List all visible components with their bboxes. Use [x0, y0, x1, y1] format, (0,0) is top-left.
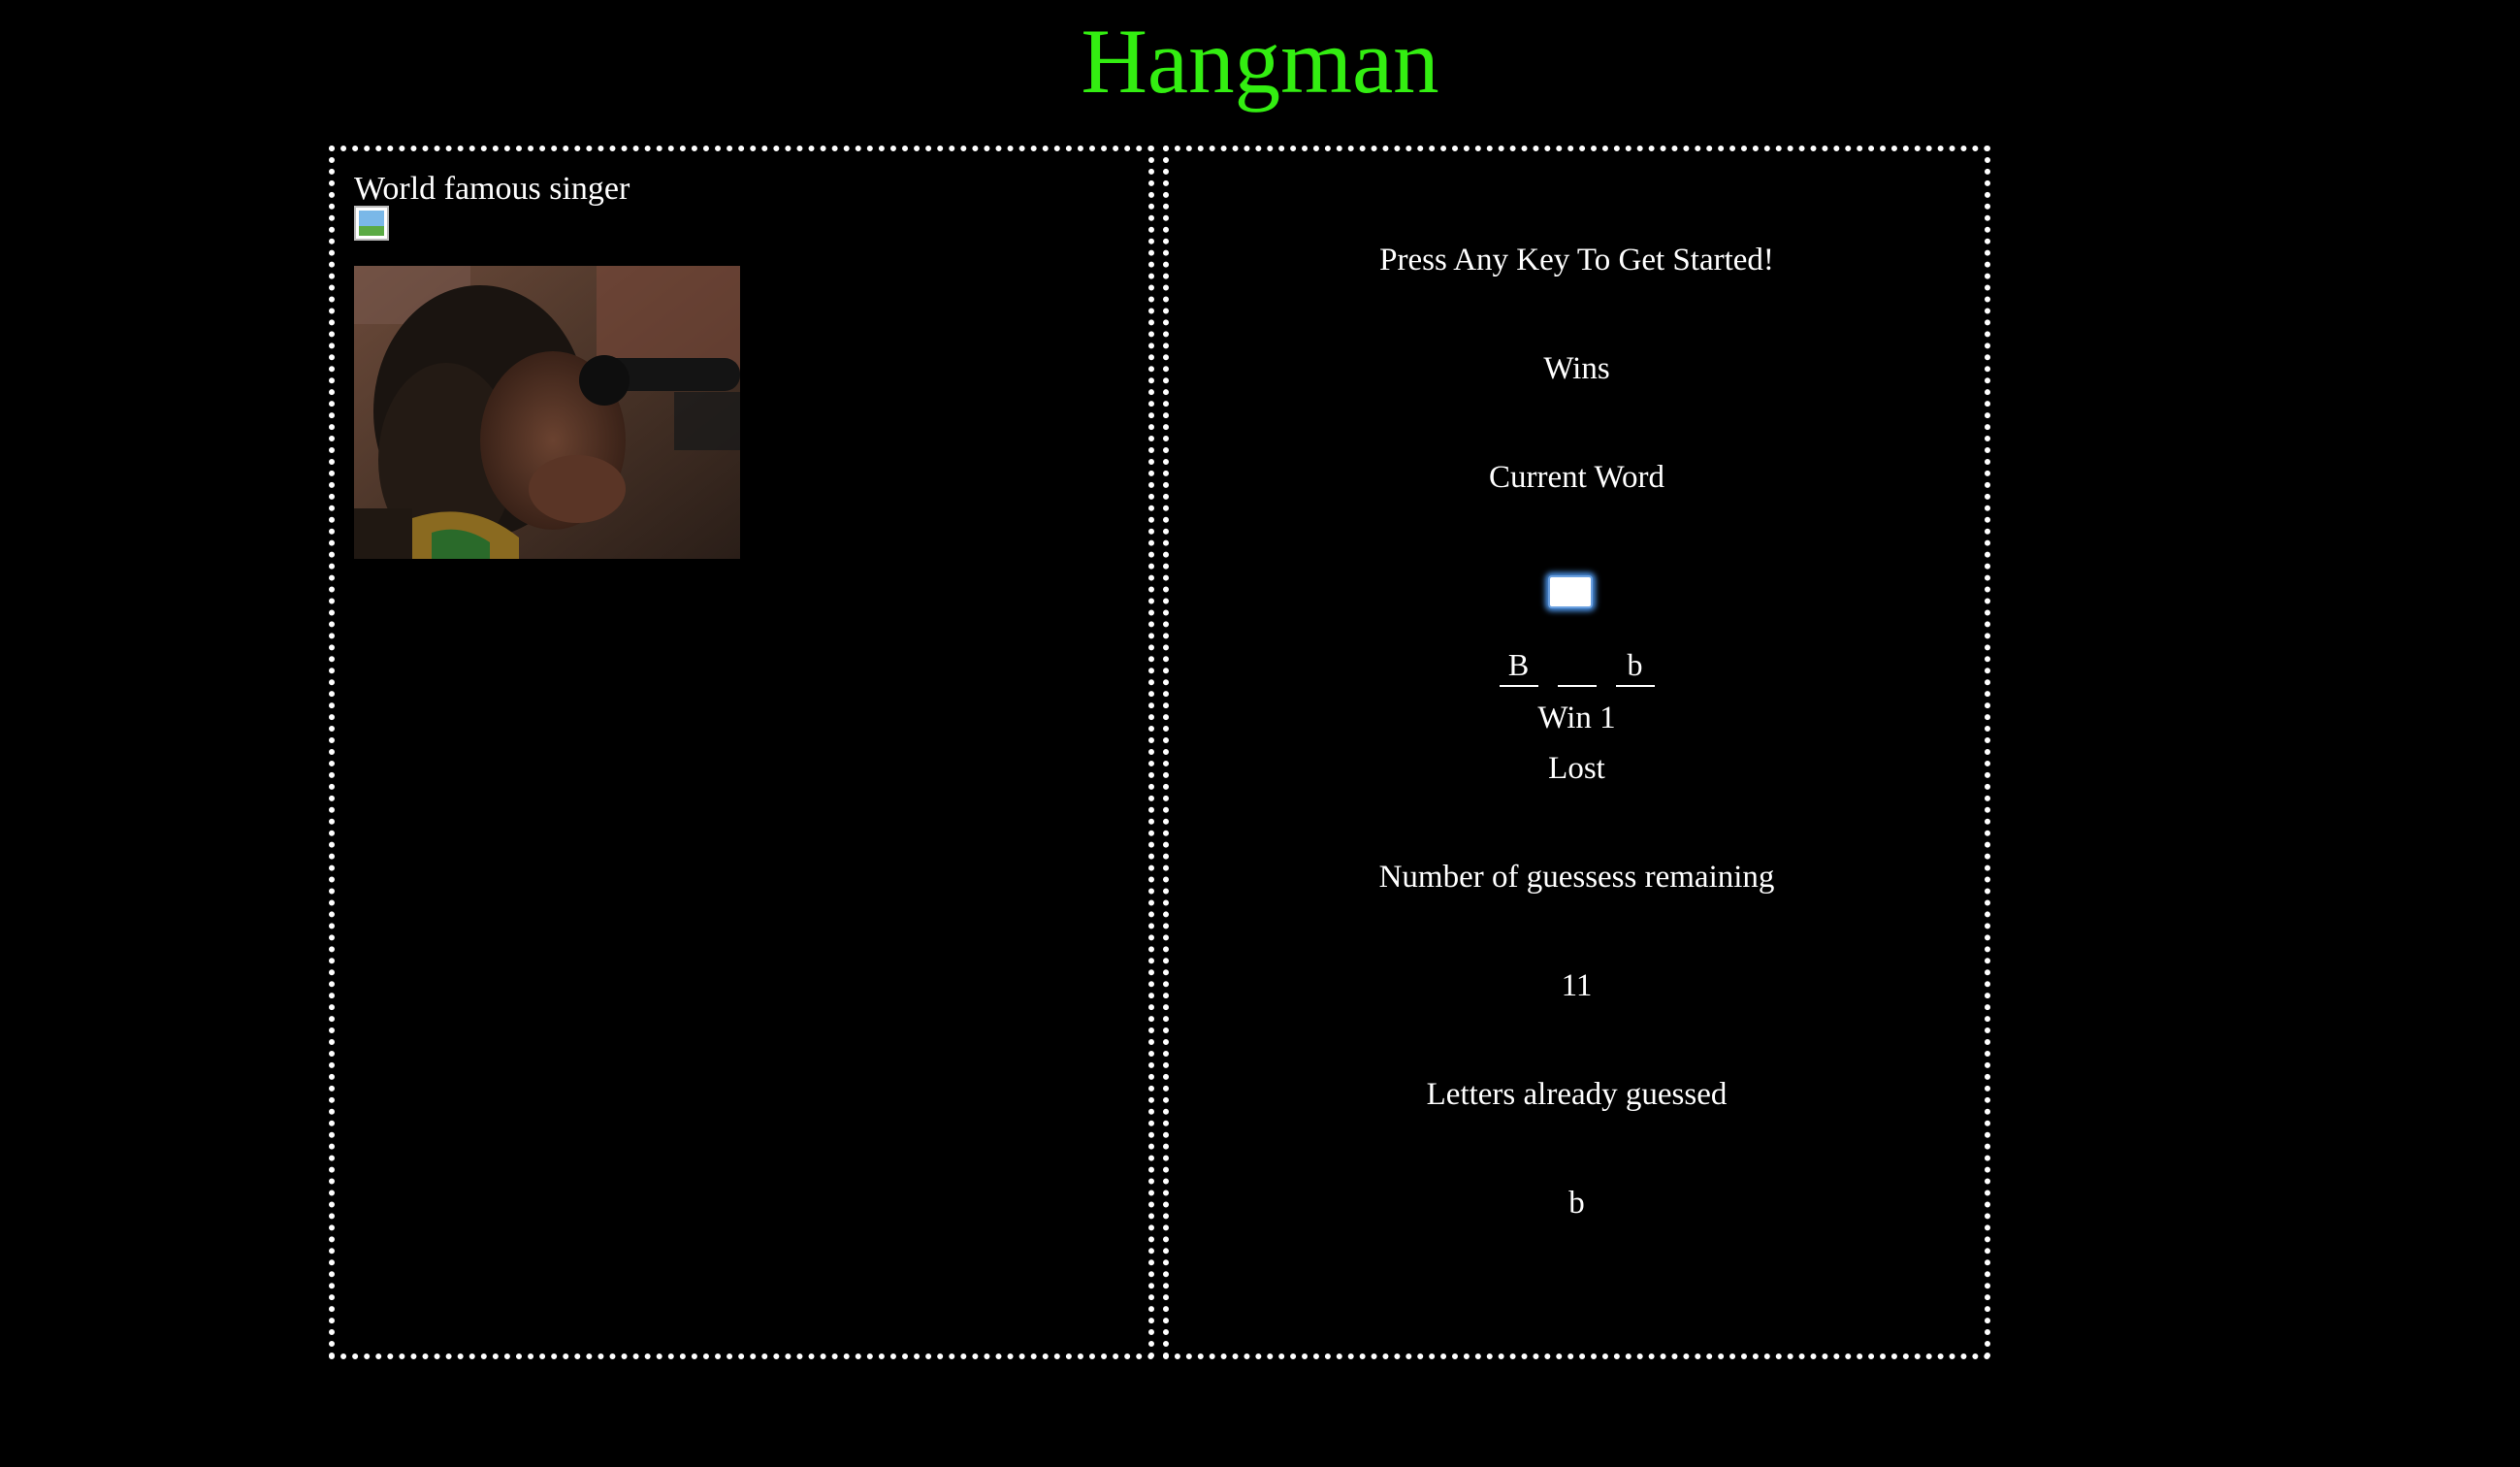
current-word: B b [1169, 644, 1985, 691]
guesses-remaining-label: Number of guessess remaining [1378, 860, 1775, 895]
hint-panel: World famous singer [329, 146, 1154, 1359]
hint-text: World famous singer [354, 171, 630, 207]
wins-label: Wins [1543, 351, 1610, 386]
guess-input[interactable] [1548, 575, 1593, 608]
game-panel: Press Any Key To Get Started! Wins Curre… [1163, 146, 1990, 1359]
letters-guessed-label: Letters already guessed [1426, 1077, 1728, 1112]
word-letter-slot [1557, 644, 1597, 687]
word-letter-slot: b [1615, 644, 1655, 687]
letters-guessed-value: b [1568, 1186, 1585, 1221]
start-prompt: Press Any Key To Get Started! [1379, 243, 1774, 277]
broken-image-icon [354, 206, 389, 241]
lost-label: Lost [1548, 751, 1605, 786]
win-count: Win 1 [1537, 701, 1616, 735]
guesses-remaining-value: 11 [1561, 968, 1593, 1003]
page-title: Hangman [1081, 10, 1439, 113]
current-word-label: Current Word [1489, 460, 1664, 495]
word-letter-slot: B [1499, 644, 1538, 687]
singer-photo [354, 266, 740, 559]
